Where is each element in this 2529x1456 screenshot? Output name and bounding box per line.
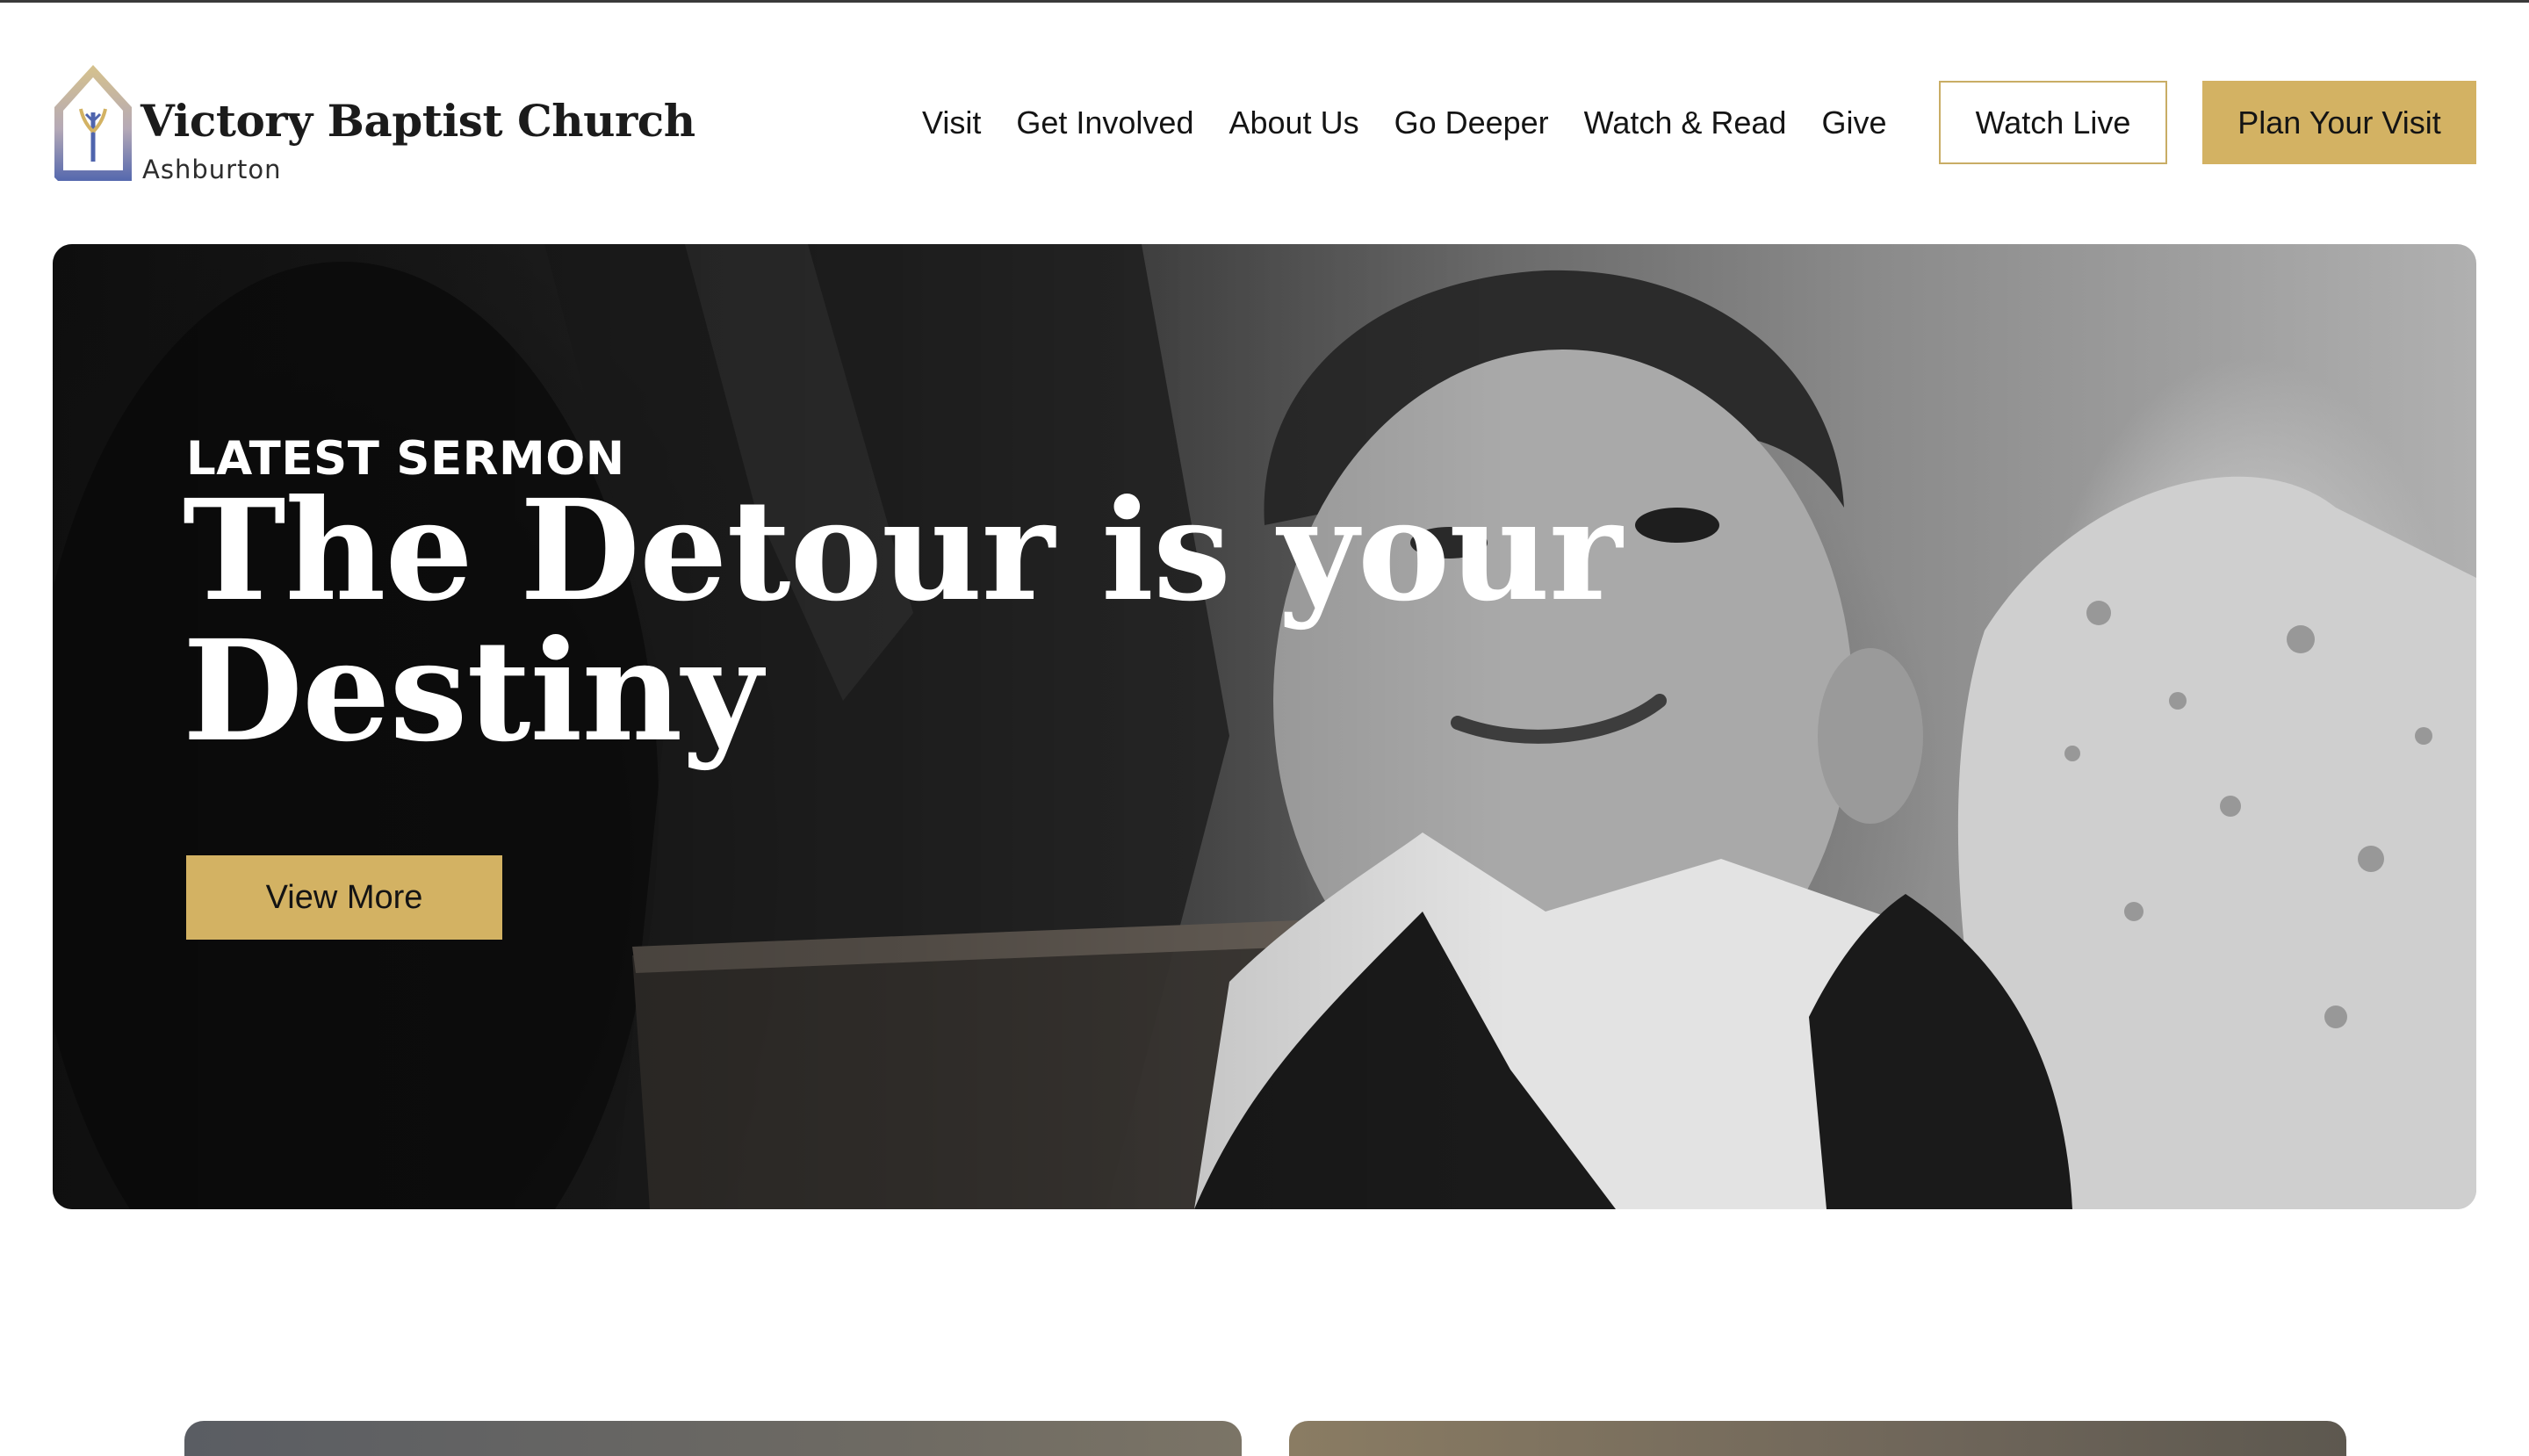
content-card[interactable] [1289, 1421, 2346, 1456]
nav-go-deeper[interactable]: Go Deeper [1394, 105, 1549, 141]
hero-title: The Detour is your Destiny [183, 470, 1622, 773]
plan-your-visit-button[interactable]: Plan Your Visit [2202, 81, 2476, 164]
nav-watch-read[interactable]: Watch & Read [1584, 105, 1787, 141]
view-more-button[interactable]: View More [186, 855, 502, 940]
main-nav: Visit Get Involved About Us Go Deeper Wa… [922, 81, 1921, 165]
content-card[interactable] [184, 1421, 1242, 1456]
site-logo[interactable]: Victory Baptist Church Ashburton [53, 63, 695, 186]
hero-banner: LATEST SERMON The Detour is your Destiny… [53, 244, 2476, 1209]
nav-visit[interactable]: Visit [922, 105, 981, 141]
church-location: Ashburton [142, 155, 282, 184]
church-name: Victory Baptist Church [140, 95, 695, 147]
nav-give[interactable]: Give [1821, 105, 1886, 141]
nav-get-involved[interactable]: Get Involved [1016, 105, 1193, 141]
watch-live-button[interactable]: Watch Live [1939, 81, 2167, 164]
site-header: Victory Baptist Church Ashburton Visit G… [0, 0, 2529, 237]
church-house-logo-icon [54, 65, 132, 181]
nav-about-us[interactable]: About Us [1228, 105, 1358, 141]
